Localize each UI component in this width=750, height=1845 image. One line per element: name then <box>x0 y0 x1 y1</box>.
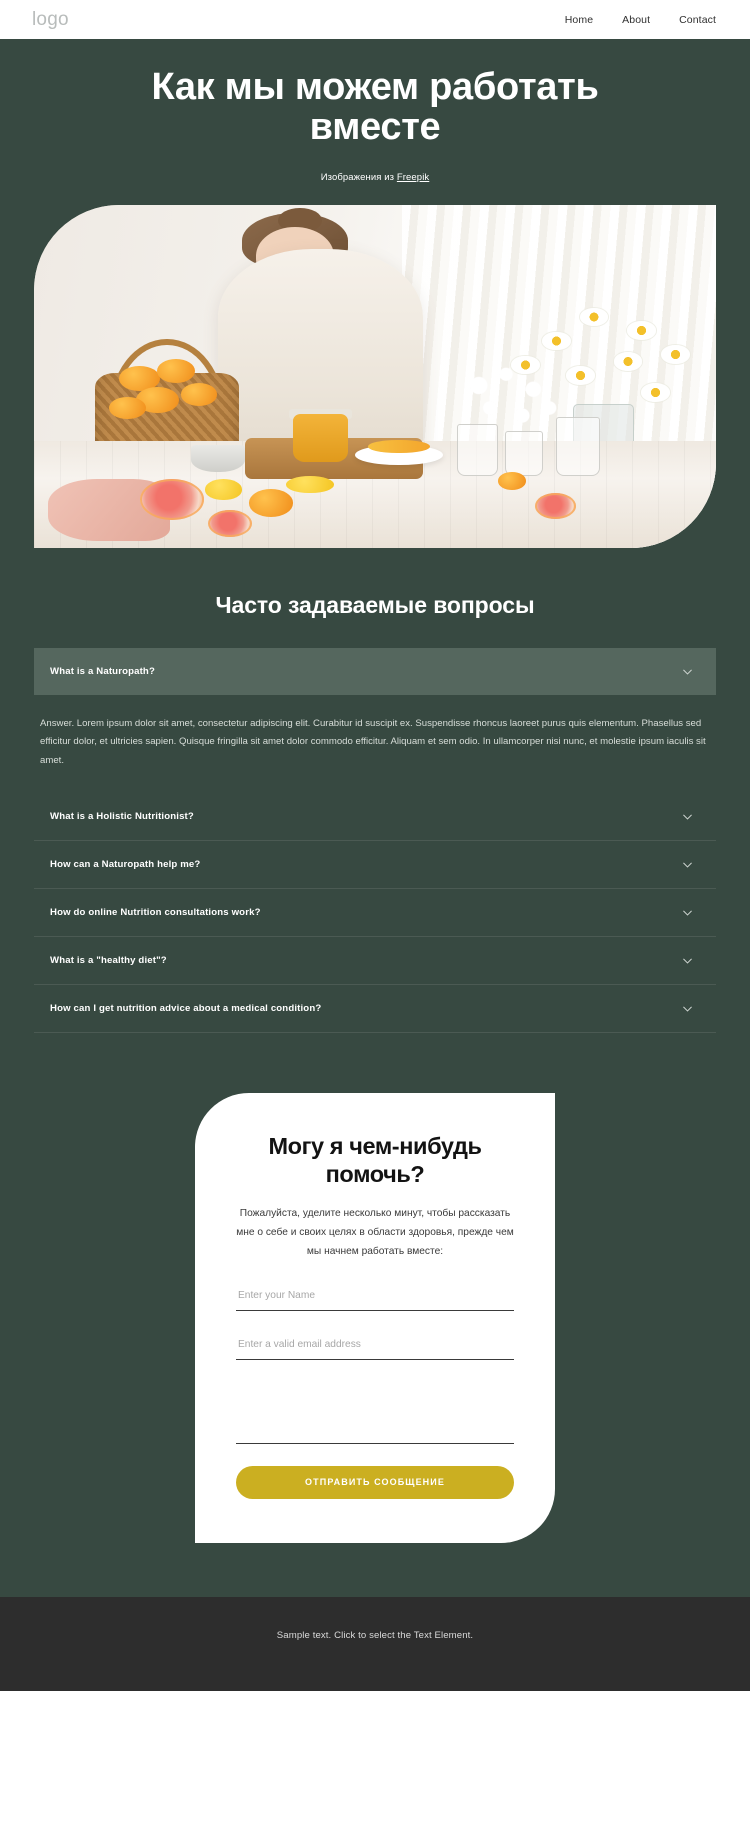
photo-glass <box>555 417 601 476</box>
nav-links: Home About Contact <box>565 14 716 26</box>
image-credit-prefix: Изображения из <box>320 171 397 183</box>
faq-question-label: What is a Naturopath? <box>50 665 155 677</box>
faq-item-1: What is a Naturopath? Answer. Lorem ipsu… <box>34 647 716 793</box>
photo-honey-jar <box>293 414 348 463</box>
faq-item-4: How do online Nutrition consultations wo… <box>34 889 716 937</box>
hero-section: Как мы можем работать вместе Изображения… <box>0 39 750 548</box>
hero-image <box>34 204 716 548</box>
faq-item-5: What is a "healthy diet"? <box>34 937 716 985</box>
photo-daisy <box>565 365 595 385</box>
nav-link-about[interactable]: About <box>622 14 650 26</box>
photo-grapefruit <box>535 492 577 519</box>
faq-question-toggle-1[interactable]: What is a Naturopath? <box>34 647 716 695</box>
contact-card: Могу я чем-нибудь помочь? Пожалуйста, уд… <box>195 1092 555 1543</box>
faq-question-toggle-3[interactable]: How can a Naturopath help me? <box>34 841 716 888</box>
hero-photo-illustration <box>34 204 716 548</box>
photo-daisy <box>661 345 691 364</box>
faq-question-label: How can I get nutrition advice about a m… <box>50 1002 322 1014</box>
faq-accordion: What is a Naturopath? Answer. Lorem ipsu… <box>34 647 716 1033</box>
photo-daisy <box>640 383 670 402</box>
faq-question-toggle-5[interactable]: What is a "healthy diet"? <box>34 937 716 984</box>
faq-question-toggle-2[interactable]: What is a Holistic Nutritionist? <box>34 793 716 840</box>
chevron-down-icon[interactable] <box>681 858 694 871</box>
nav-link-home[interactable]: Home <box>565 14 593 26</box>
contact-title: Могу я чем-нибудь помочь? <box>268 1132 482 1187</box>
chevron-down-icon[interactable] <box>681 954 694 967</box>
photo-orange <box>248 489 294 517</box>
contact-subtitle: Пожалуйста, уделите несколько минут, что… <box>236 1208 514 1258</box>
name-input[interactable] <box>236 1285 514 1311</box>
page-title: Как мы можем работать вместе <box>151 66 599 148</box>
faq-question-label: How can a Naturopath help me? <box>50 858 201 870</box>
contact-section: Могу я чем-нибудь помочь? Пожалуйста, уд… <box>0 1092 750 1597</box>
message-textarea[interactable] <box>236 1381 514 1444</box>
photo-grater <box>190 444 246 473</box>
send-message-button[interactable]: ОТПРАВИТЬ СООБЩЕНИЕ <box>236 1465 514 1499</box>
chevron-down-icon[interactable] <box>681 906 694 919</box>
photo-daisy <box>627 321 656 340</box>
faq-answer-1: Answer. Lorem ipsum dolor sit amet, cons… <box>40 717 706 767</box>
faq-question-toggle-4[interactable]: How do online Nutrition consultations wo… <box>34 889 716 936</box>
faq-heading: Часто задаваемые вопросы <box>215 591 535 618</box>
faq-question-label: How do online Nutrition consultations wo… <box>50 906 261 918</box>
photo-orange <box>156 359 195 384</box>
email-input[interactable] <box>236 1334 514 1360</box>
faq-item-2: What is a Holistic Nutritionist? <box>34 793 716 841</box>
photo-lemon <box>204 479 242 500</box>
faq-section: Часто задаваемые вопросы What is a Natur… <box>0 547 750 1093</box>
photo-lemon <box>286 475 335 493</box>
faq-question-label: What is a Holistic Nutritionist? <box>50 810 194 822</box>
chevron-down-icon[interactable] <box>681 810 694 823</box>
photo-glass <box>456 424 498 476</box>
nav-link-contact[interactable]: Contact <box>679 14 716 26</box>
footer-sample-text[interactable]: Sample text. Click to select the Text El… <box>277 1630 473 1641</box>
site-logo[interactable]: logo <box>32 10 69 29</box>
chevron-down-icon[interactable] <box>681 1002 694 1015</box>
page-root: logo Home About Contact Как мы можем раб… <box>0 0 750 1845</box>
freepik-link[interactable]: Freepik <box>397 172 429 183</box>
photo-daisy <box>511 355 541 375</box>
site-footer: Sample text. Click to select the Text El… <box>0 1596 750 1691</box>
faq-item-3: How can a Naturopath help me? <box>34 841 716 889</box>
photo-orange <box>180 383 218 406</box>
photo-daisy <box>613 352 643 371</box>
photo-glass <box>504 431 543 476</box>
top-navbar: logo Home About Contact <box>0 0 750 39</box>
image-credit: Изображения из Freepik <box>0 172 750 183</box>
photo-daisy <box>542 331 571 351</box>
chevron-down-icon[interactable] <box>681 665 694 678</box>
faq-item-6: How can I get nutrition advice about a m… <box>34 985 716 1033</box>
faq-question-label: What is a "healthy diet"? <box>50 954 167 966</box>
faq-question-toggle-6[interactable]: How can I get nutrition advice about a m… <box>34 985 716 1032</box>
